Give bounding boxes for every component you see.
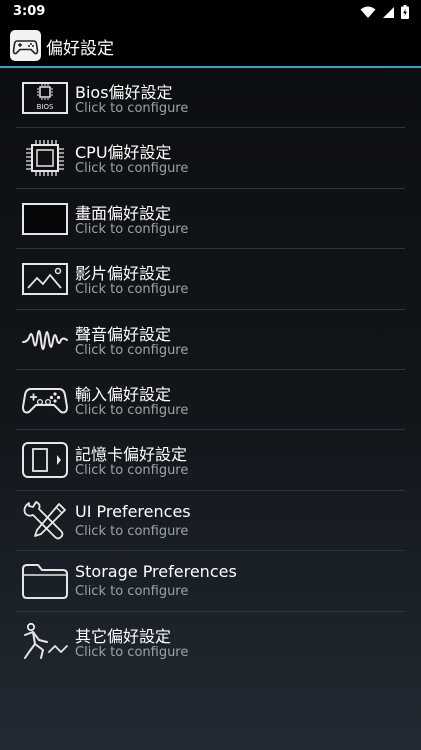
running-figure-icon (24, 622, 68, 659)
pref-title: 輸入偏好設定 (75, 384, 172, 404)
cpu-icon (26, 140, 64, 177)
pref-summary: Click to configure (75, 282, 189, 298)
pref-item-other[interactable]: 其它偏好設定 Click to configure (0, 612, 421, 672)
pref-title: CPU偏好設定 (75, 143, 172, 163)
pref-title: Bios偏好設定 (75, 83, 173, 102)
sound-wave-icon (22, 329, 68, 350)
status-bar: 3:09 (0, 0, 421, 24)
screen: 3:09 偏好設定 BIOS Bios偏好設定 Click to configu… (0, 0, 421, 750)
pref-title: 畫面偏好設定 (75, 203, 172, 223)
signal-icon (383, 6, 394, 18)
pref-summary: Click to configure (75, 101, 189, 116)
pref-summary: Click to configure (75, 342, 189, 358)
page-title: 偏好設定 (46, 39, 114, 59)
pref-summary: Click to configure (75, 463, 189, 479)
app-gamepad-icon (10, 30, 41, 61)
pref-title: Storage Preferences (75, 562, 237, 582)
display-icon (22, 202, 68, 235)
pref-title: 記憶卡偏好設定 (75, 445, 188, 465)
pref-item-storage[interactable]: Storage Preferences Click to configure (0, 551, 421, 612)
pref-item-memory-card[interactable]: 記憶卡偏好設定 Click to configure (0, 430, 421, 491)
pref-item-cpu[interactable]: CPU偏好設定 Click to configure (0, 128, 421, 189)
picture-icon (22, 263, 68, 296)
pref-summary: Click to configure (75, 161, 189, 177)
tools-icon (23, 500, 66, 540)
folder-icon (22, 564, 68, 600)
pref-item-input[interactable]: 輸入偏好設定 Click to configure (0, 370, 421, 431)
gamepad-icon (21, 387, 69, 414)
pref-summary: Click to configure (75, 523, 189, 539)
pref-item-video[interactable]: 影片偏好設定 Click to configure (0, 249, 421, 310)
pref-summary: Click to configure (75, 644, 189, 660)
bios-icon-label: BIOS (37, 103, 54, 111)
battery-icon (401, 5, 409, 19)
pref-item-display[interactable]: 畫面偏好設定 Click to configure (0, 189, 421, 250)
pref-item-sound[interactable]: 聲音偏好設定 Click to configure (0, 310, 421, 370)
pref-summary: Click to configure (75, 221, 189, 237)
bios-chip-icon: BIOS (22, 82, 68, 114)
memory-card-icon (22, 442, 68, 479)
status-time: 3:09 (13, 4, 46, 19)
pref-summary: Click to configure (75, 584, 189, 600)
pref-summary: Click to configure (75, 402, 189, 418)
pref-title: 聲音偏好設定 (75, 324, 172, 344)
status-icons (360, 5, 409, 19)
wifi-icon (360, 6, 376, 18)
pref-title: 其它偏好設定 (75, 626, 172, 646)
pref-item-ui[interactable]: UI Preferences Click to configure (0, 491, 421, 552)
preferences-list: BIOS Bios偏好設定 Click to configure CPU偏好設定… (0, 68, 421, 672)
pref-title: 影片偏好設定 (75, 264, 172, 284)
pref-title: UI Preferences (75, 501, 191, 521)
pref-item-bios[interactable]: BIOS Bios偏好設定 Click to configure (0, 68, 421, 129)
